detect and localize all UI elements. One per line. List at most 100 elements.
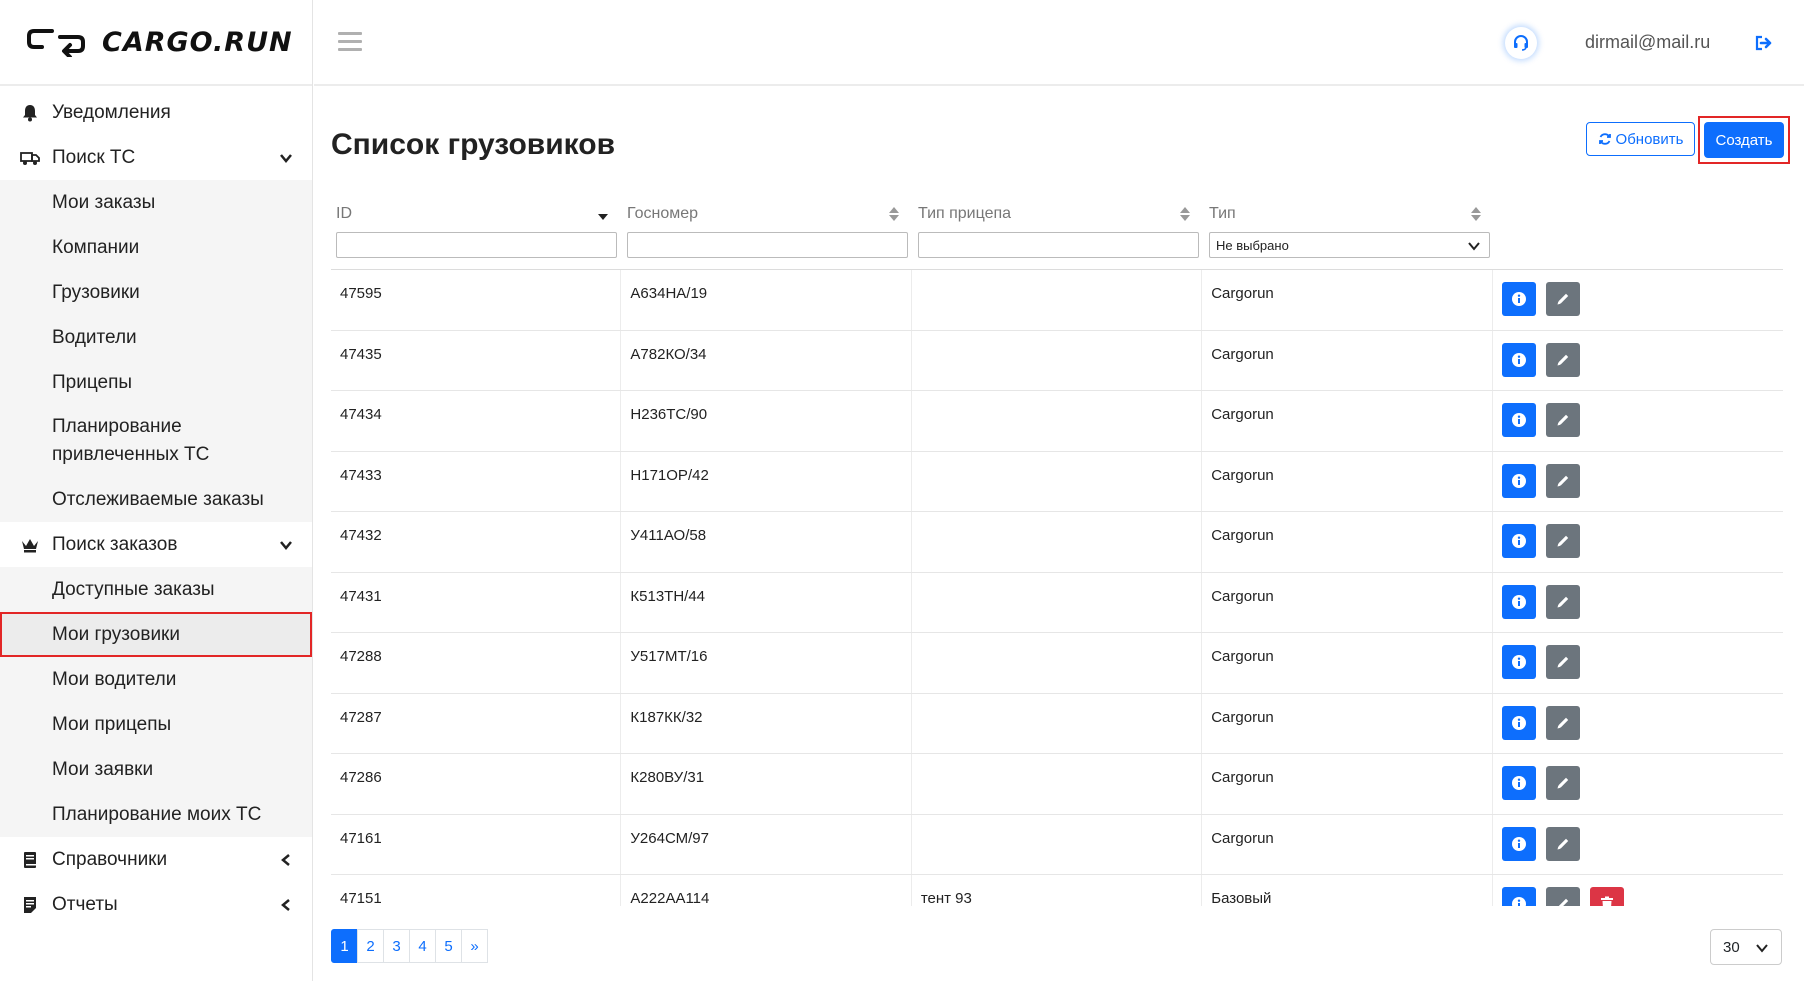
column-header-id[interactable]: ID — [331, 205, 622, 223]
table-row[interactable]: 47435 А782КО/34 Cargorun — [331, 330, 1783, 391]
edit-icon[interactable] — [1545, 887, 1580, 906]
cell-trailer-type — [912, 754, 1203, 814]
cell-type: Cargorun — [1202, 814, 1493, 874]
sidebar-item-notifications[interactable]: Уведомления — [0, 90, 312, 135]
info-icon[interactable] — [1501, 403, 1536, 437]
sidebar-item-trailers[interactable]: Прицепы — [0, 360, 312, 405]
sort-icon — [889, 207, 899, 221]
info-icon[interactable] — [1501, 342, 1536, 377]
chevron-down-icon — [280, 153, 292, 163]
table-row[interactable]: 47161 У264СМ/97 Cargorun — [331, 814, 1783, 875]
column-label: ID — [336, 205, 352, 222]
create-button[interactable]: Создать — [1704, 122, 1784, 158]
type-filter-select[interactable]: Не выбрано — [1209, 232, 1490, 258]
column-header-plate[interactable]: Госномер — [622, 205, 913, 223]
edit-icon[interactable] — [1545, 524, 1580, 558]
info-icon[interactable] — [1501, 766, 1536, 800]
table-row[interactable]: 47286 К280ВУ/31 Cargorun — [331, 754, 1783, 815]
info-icon[interactable] — [1501, 282, 1536, 316]
logo[interactable]: CARGO.RUN — [0, 0, 312, 86]
sidebar-item-order-search[interactable]: Поиск заказов — [0, 522, 312, 567]
delete-icon[interactable] — [1589, 887, 1624, 906]
row-actions — [1493, 452, 1783, 512]
refresh-button[interactable]: Обновить — [1586, 122, 1695, 156]
info-icon[interactable] — [1501, 705, 1536, 740]
page-link[interactable]: 2 — [357, 929, 384, 963]
info-icon[interactable] — [1501, 463, 1536, 498]
edit-icon[interactable] — [1545, 705, 1580, 740]
sidebar-item-drivers[interactable]: Водители — [0, 315, 312, 360]
column-header-type[interactable]: Тип — [1204, 205, 1495, 223]
info-icon[interactable] — [1501, 524, 1536, 558]
sidebar-item-trucks[interactable]: Грузовики — [0, 270, 312, 315]
row-actions — [1493, 815, 1783, 875]
cell-trailer-type — [912, 633, 1203, 693]
cell-id: 47288 — [331, 633, 622, 693]
page-link[interactable]: 4 — [409, 929, 436, 963]
table-row[interactable]: 47432 У411АО/58 Cargorun — [331, 512, 1783, 573]
info-icon[interactable] — [1501, 584, 1536, 619]
sidebar-item-my-planning[interactable]: Планирование моих ТС — [0, 792, 312, 837]
sidebar-item-directories[interactable]: Справочники — [0, 837, 312, 882]
cell-id: 47434 — [331, 391, 622, 451]
cell-plate: А782КО/34 — [621, 330, 912, 390]
page-size-select[interactable]: 30 — [1710, 929, 1782, 965]
sidebar-item-reports[interactable]: Отчеты — [0, 882, 312, 927]
edit-icon[interactable] — [1545, 826, 1580, 861]
cell-trailer-type — [912, 512, 1203, 572]
table-row[interactable]: 47434 Н236ТС/90 Cargorun — [331, 391, 1783, 452]
page-link[interactable]: 3 — [383, 929, 410, 963]
pagination: 1 2 3 4 5» — [331, 929, 488, 963]
sidebar-item-attracted-planning[interactable]: Планирование привлеченных ТС — [0, 405, 312, 477]
sidebar-item-my-trailers[interactable]: Мои прицепы — [0, 702, 312, 747]
table-row[interactable]: 47288 У517МТ/16 Cargorun — [331, 633, 1783, 694]
cell-plate: У411АО/58 — [621, 512, 912, 572]
row-actions — [1493, 694, 1783, 754]
info-icon[interactable] — [1501, 887, 1536, 906]
info-icon[interactable] — [1501, 645, 1536, 679]
edit-icon[interactable] — [1545, 766, 1580, 800]
report-icon — [20, 895, 40, 915]
edit-icon[interactable] — [1545, 403, 1580, 437]
cell-id: 47431 — [331, 572, 622, 632]
cell-type: Cargorun — [1202, 572, 1493, 632]
row-actions — [1493, 875, 1783, 906]
sidebar-item-my-drivers[interactable]: Мои водители — [0, 657, 312, 702]
table-row[interactable]: 47595 А634НА/19 Cargorun — [331, 270, 1783, 331]
vehicle-search-submenu: Мои заказы Компании Грузовики Водители П… — [0, 180, 312, 522]
edit-icon[interactable] — [1545, 282, 1580, 316]
edit-icon[interactable] — [1545, 342, 1580, 377]
sidebar-item-my-requests[interactable]: Мои заявки — [0, 747, 312, 792]
cell-type: Cargorun — [1202, 512, 1493, 572]
menu-toggle-icon[interactable] — [338, 32, 362, 52]
edit-icon[interactable] — [1545, 645, 1580, 679]
sidebar-item-vehicle-search[interactable]: Поиск ТС — [0, 135, 312, 180]
trailer-type-filter-input[interactable] — [918, 232, 1199, 258]
table-row[interactable]: 47433 Н171ОР/42 Cargorun — [331, 451, 1783, 512]
logout-icon[interactable] — [1754, 34, 1774, 52]
sidebar-item-my-trucks[interactable]: Мои грузовики — [0, 612, 312, 657]
edit-icon[interactable] — [1545, 463, 1580, 498]
table-row[interactable]: 47431 К513ТН/44 Cargorun — [331, 572, 1783, 633]
sidebar-item-my-orders[interactable]: Мои заказы — [0, 180, 312, 225]
edit-icon[interactable] — [1545, 584, 1580, 619]
page-link[interactable]: 5 — [435, 929, 462, 963]
plate-filter-input[interactable] — [627, 232, 908, 258]
cell-trailer-type — [912, 330, 1203, 390]
page-link[interactable]: 1 — [331, 929, 358, 963]
sidebar-item-available-orders[interactable]: Доступные заказы — [0, 567, 312, 612]
column-header-trailer-type[interactable]: Тип прицепа — [913, 205, 1204, 223]
table-row[interactable]: 47151 А222АА114 тент 93 Базовый — [331, 875, 1783, 906]
user-email[interactable]: dirmail@mail.ru — [1585, 32, 1710, 53]
info-icon[interactable] — [1501, 826, 1536, 861]
cell-id: 47287 — [331, 693, 622, 753]
id-filter-input[interactable] — [336, 232, 617, 258]
sidebar-item-companies[interactable]: Компании — [0, 225, 312, 270]
truck-search-icon — [20, 148, 40, 168]
crown-icon — [20, 535, 40, 555]
sidebar-item-tracked-orders[interactable]: Отслеживаемые заказы — [0, 477, 312, 522]
support-headset-icon[interactable] — [1505, 27, 1537, 59]
table-row[interactable]: 47287 К187КК/32 Cargorun — [331, 693, 1783, 754]
next-page-link[interactable]: » — [461, 929, 488, 963]
sort-icon — [1180, 207, 1190, 221]
